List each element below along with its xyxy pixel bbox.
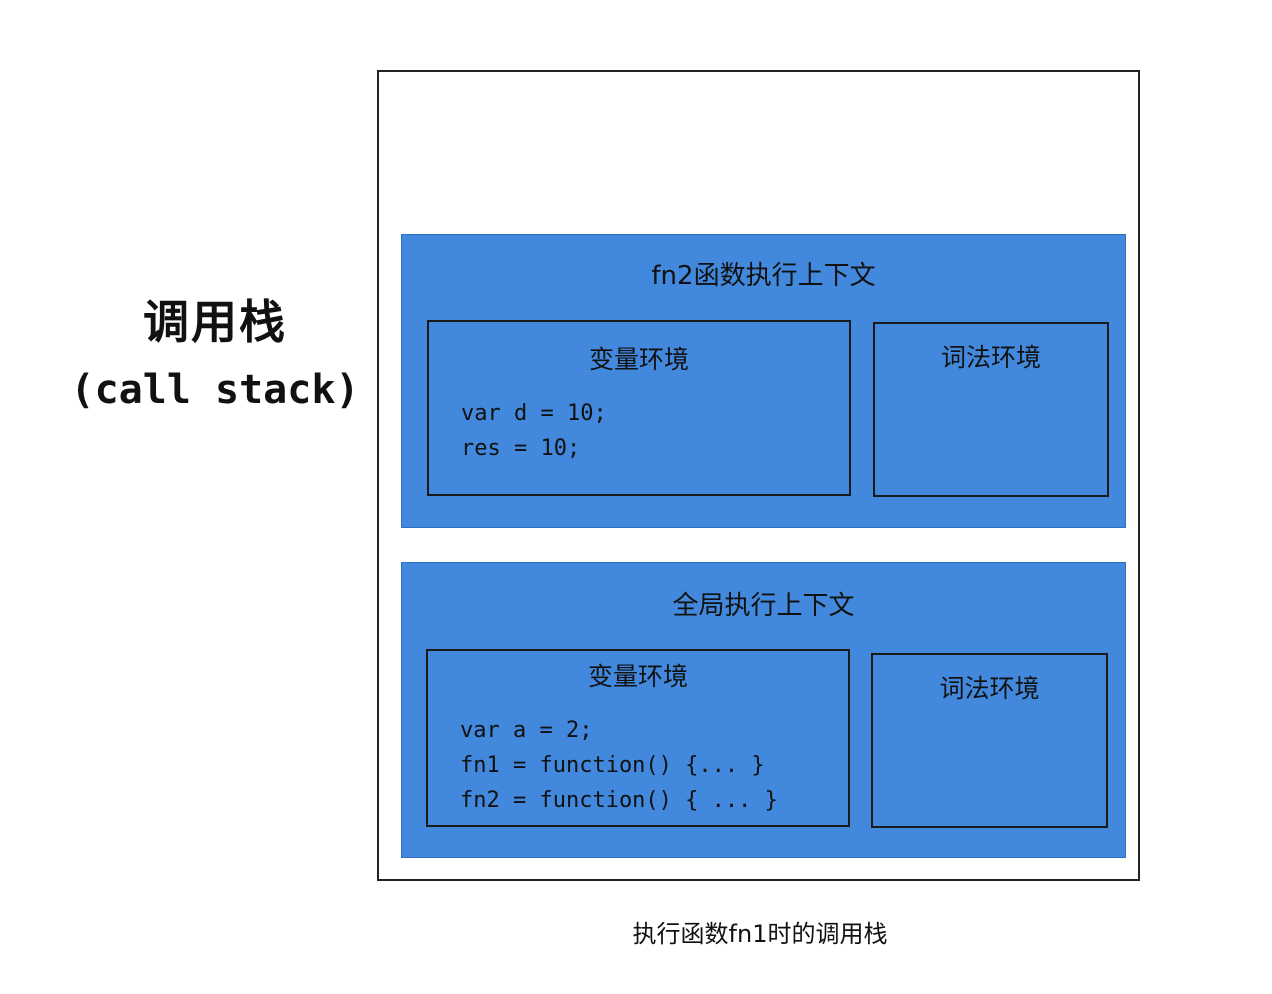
fn2-variable-env-title: 变量环境: [588, 345, 689, 374]
fn2-context-title: fn2函数执行上下文: [651, 261, 876, 291]
global-lexical-env-title: 词法环境: [939, 674, 1040, 703]
global-lexical-environment: 词法环境: [871, 653, 1108, 828]
fn2-variable-environment: 变量环境 var d = 10; res = 10;: [427, 320, 851, 496]
global-variable-env-title: 变量环境: [587, 662, 688, 691]
call-stack-label: 调用栈 (call stack): [40, 290, 390, 420]
fn2-lexical-environment: 词法环境: [873, 322, 1109, 497]
global-code-line-2: fn1 = function() {... }: [460, 753, 765, 778]
fn2-execution-context: fn2函数执行上下文 变量环境 var d = 10; res = 10; 词法…: [401, 234, 1126, 528]
fn2-code-line-2: res = 10;: [461, 436, 581, 461]
global-variable-environment: 变量环境 var a = 2; fn1 = function() {... } …: [426, 649, 850, 827]
fn2-lexical-env-title: 词法环境: [940, 343, 1041, 372]
diagram-caption: 执行函数fn1时的调用栈: [632, 920, 888, 948]
global-code-line-3: fn2 = function() { ... }: [460, 788, 778, 813]
global-context-title: 全局执行上下文: [672, 591, 855, 621]
call-stack-title: 调用栈: [143, 295, 287, 349]
call-stack-subtitle: (call stack): [70, 367, 360, 413]
global-execution-context: 全局执行上下文 变量环境 var a = 2; fn1 = function()…: [401, 562, 1126, 858]
call-stack-frame: fn2函数执行上下文 变量环境 var d = 10; res = 10; 词法…: [377, 70, 1140, 881]
fn2-code-line-1: var d = 10;: [461, 401, 607, 426]
global-code-line-1: var a = 2;: [460, 718, 593, 743]
